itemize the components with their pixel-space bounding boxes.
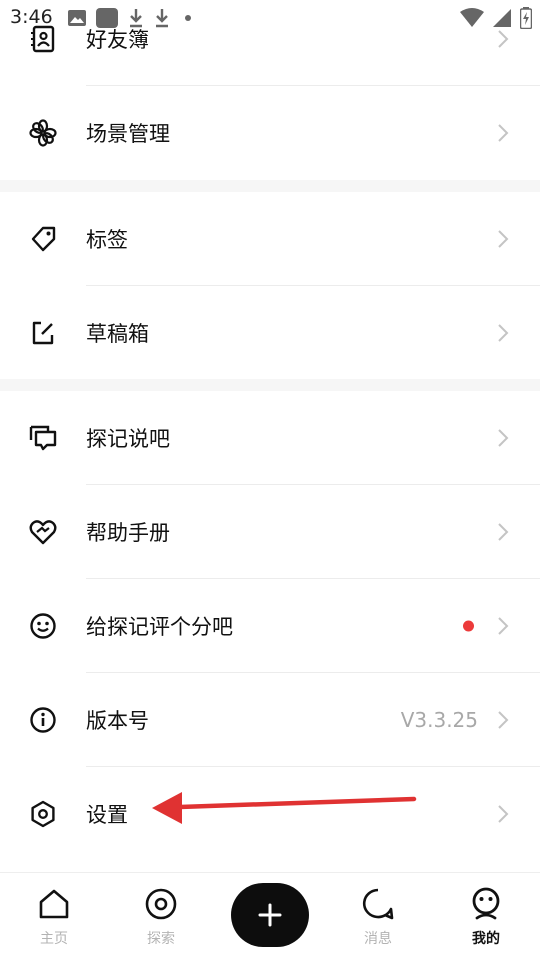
chevron-right-icon (498, 429, 509, 447)
add-post-button[interactable] (231, 883, 309, 947)
message-bubble-icon (362, 888, 394, 920)
chevron-right-icon (498, 230, 509, 248)
annotation-arrow (152, 792, 417, 824)
menu-item-feedback[interactable]: 探记说吧 (0, 391, 540, 485)
chevron-right-icon (498, 805, 509, 823)
menu-item-label: 设置 (86, 803, 128, 827)
menu-item-label: 场景管理 (86, 122, 170, 146)
menu-item-label: 探记说吧 (86, 427, 170, 451)
chat-bubbles-icon (29, 425, 57, 451)
menu-item-help[interactable]: 帮助手册 (0, 485, 540, 579)
bottom-tab-bar: 主页 探索 消息 我的 (0, 872, 540, 961)
explore-target-icon (145, 888, 177, 920)
info-icon (30, 707, 56, 733)
status-bar: 3:46 (0, 0, 540, 36)
status-time: 3:46 (10, 6, 53, 28)
settings-hex-icon (31, 800, 55, 828)
flower-icon (29, 119, 57, 147)
menu-item-label: 草稿箱 (86, 322, 149, 346)
signal-icon (493, 9, 511, 27)
home-icon (39, 889, 69, 919)
tab-profile[interactable]: 我的 (441, 873, 531, 961)
section-gap (0, 180, 540, 192)
image-icon (68, 10, 86, 26)
tab-messages[interactable]: 消息 (333, 873, 423, 961)
status-notification-icons (68, 8, 196, 28)
download-icon (130, 9, 142, 28)
chevron-right-icon (498, 711, 509, 729)
menu-item-label: 标签 (86, 228, 128, 252)
heart-hands-icon (29, 520, 57, 545)
tab-label: 消息 (364, 931, 392, 947)
section-gap (0, 379, 540, 391)
tab-label: 主页 (40, 931, 68, 947)
tab-home[interactable]: 主页 (9, 873, 99, 961)
chevron-right-icon (498, 124, 509, 142)
wifi-icon (460, 8, 484, 27)
chevron-right-icon (498, 617, 509, 635)
menu-item-version[interactable]: 版本号 V3.3.25 (0, 673, 540, 767)
status-system-icons (460, 7, 532, 29)
tab-label: 探索 (147, 931, 175, 947)
app-square-icon (96, 8, 118, 28)
menu-item-tags[interactable]: 标签 (0, 192, 540, 286)
menu-item-rate-app[interactable]: 给探记评个分吧 (0, 579, 540, 673)
dot-icon (185, 15, 191, 21)
tab-label: 我的 (472, 931, 500, 947)
profile-face-icon (472, 887, 500, 920)
draft-edit-icon (32, 321, 54, 345)
chevron-right-icon (498, 523, 509, 541)
tab-explore[interactable]: 探索 (116, 873, 206, 961)
download-icon (156, 9, 168, 28)
version-value: V3.3.25 (400, 708, 478, 732)
menu-item-scenes[interactable]: 场景管理 (0, 86, 540, 180)
tag-icon (31, 226, 56, 252)
battery-icon (520, 7, 532, 29)
menu-item-label: 给探记评个分吧 (86, 615, 233, 639)
chevron-right-icon (498, 324, 509, 342)
notification-dot (463, 620, 474, 632)
smile-icon (30, 613, 56, 639)
plus-icon (258, 903, 282, 927)
menu-item-label: 帮助手册 (86, 521, 170, 545)
menu-item-label: 版本号 (86, 709, 149, 733)
menu-item-drafts[interactable]: 草稿箱 (0, 286, 540, 380)
